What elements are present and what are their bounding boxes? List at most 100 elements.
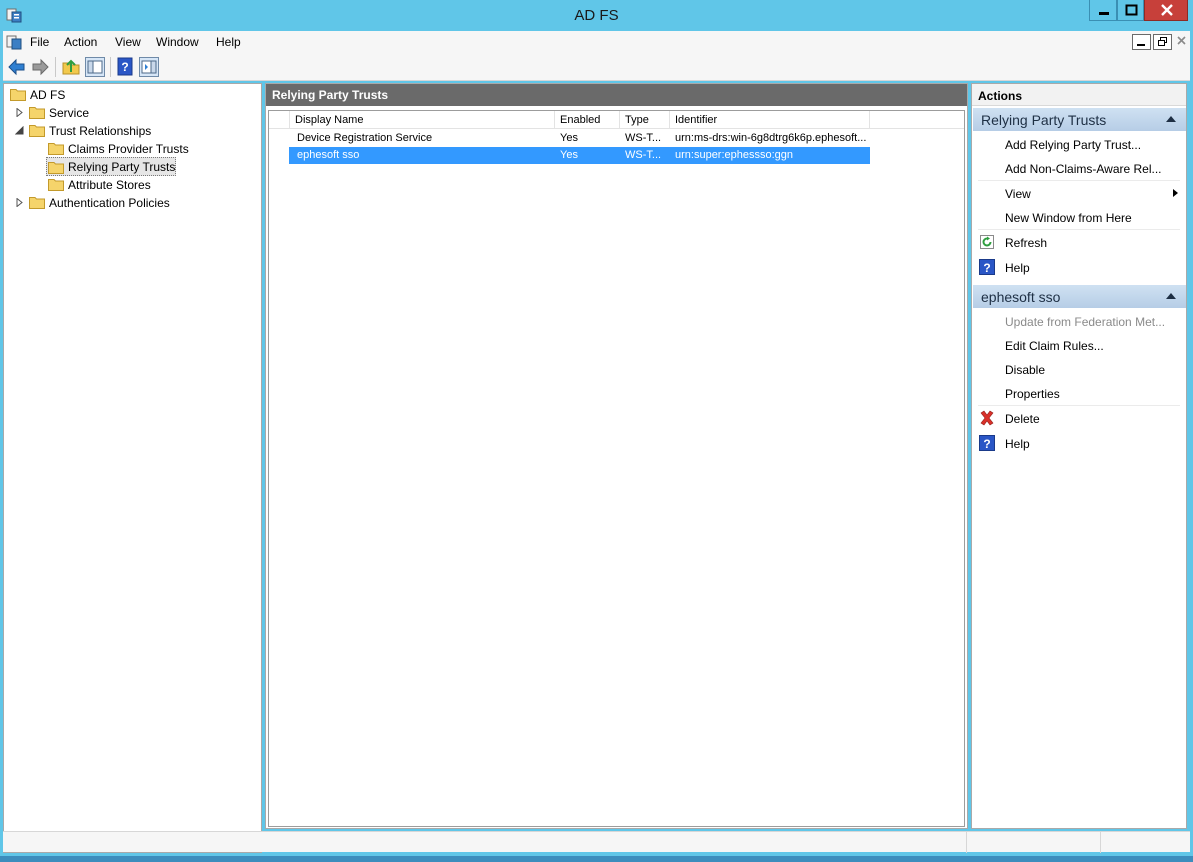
column-header-icon[interactable]: [269, 111, 290, 129]
action-delete[interactable]: Delete: [973, 407, 1186, 429]
folder-icon: [10, 89, 26, 101]
submenu-arrow-icon: [1173, 189, 1178, 197]
collapse-arrow-icon[interactable]: [15, 126, 24, 135]
cell-identifier: urn:ms-drs:win-6g8dtrg6k6p.ephesoft....: [675, 132, 867, 144]
divider: [978, 180, 1180, 181]
close-icon: [1161, 4, 1173, 16]
restore-icon: [1158, 37, 1167, 46]
action-add-non-claims-aware[interactable]: Add Non-Claims-Aware Rel...: [973, 157, 1186, 179]
tree-item-attribute-stores[interactable]: Attribute Stores: [47, 176, 217, 194]
status-segment: [1100, 832, 1190, 853]
cell-display-name: ephesoft sso: [297, 149, 360, 161]
close-button[interactable]: [1144, 0, 1188, 21]
action-properties[interactable]: Properties: [973, 382, 1186, 404]
action-label: Disable: [1005, 363, 1046, 377]
menu-file[interactable]: File: [30, 35, 49, 49]
child-close-button[interactable]: [1175, 33, 1189, 49]
menu-action[interactable]: Action: [64, 35, 97, 49]
tree-item-relying-party-trusts[interactable]: Relying Party Trusts: [46, 157, 176, 176]
tree-item-claims-provider-trusts[interactable]: Claims Provider Trusts: [47, 140, 217, 158]
maximize-button[interactable]: [1117, 0, 1144, 21]
table-row[interactable]: ephesoft sso Yes WS-T... urn:super:ephes…: [289, 147, 870, 164]
status-segment: [966, 832, 1100, 853]
tree-label: Relying Party Trusts: [68, 160, 176, 174]
action-label: Update from Federation Met...: [1005, 315, 1166, 329]
collapse-up-icon[interactable]: [1166, 116, 1176, 122]
cell-display-name: Device Registration Service: [297, 132, 433, 144]
mmc-document-icon[interactable]: [6, 34, 22, 50]
section-title: ephesoft sso: [981, 289, 1061, 305]
menu-view[interactable]: View: [115, 35, 141, 49]
tree-label: AD FS: [30, 88, 66, 102]
folder-icon: [29, 107, 45, 119]
child-minimize-button[interactable]: [1132, 34, 1151, 50]
menu-window[interactable]: Window: [156, 35, 199, 49]
tree-label: Claims Provider Trusts: [68, 142, 189, 156]
section-relying-party-trusts[interactable]: Relying Party Trusts: [973, 108, 1186, 131]
results-pane-title: Relying Party Trusts: [272, 88, 389, 102]
refresh-icon: [980, 235, 994, 249]
folder-icon: [29, 125, 45, 137]
divider: [978, 229, 1180, 230]
column-header-type[interactable]: Type: [620, 111, 670, 129]
back-button[interactable]: [6, 56, 28, 78]
show-hide-action-pane-button[interactable]: [138, 56, 160, 78]
action-update-from-federation-metadata: Update from Federation Met...: [973, 310, 1186, 332]
relying-party-list[interactable]: Display Name Enabled Type Identifier Dev…: [268, 110, 965, 827]
tree-item-authentication-policies[interactable]: Authentication Policies: [9, 194, 219, 212]
toolbar-separator: [110, 57, 111, 77]
action-new-window-from-here[interactable]: New Window from Here: [973, 206, 1186, 228]
column-header-identifier[interactable]: Identifier: [670, 111, 870, 129]
help-icon: ?: [117, 57, 133, 76]
help-icon: ?: [979, 435, 995, 451]
close-icon: [1177, 36, 1186, 45]
action-refresh[interactable]: Refresh: [973, 231, 1186, 253]
tree-label: Trust Relationships: [49, 124, 152, 138]
expand-arrow-icon[interactable]: [15, 198, 24, 207]
action-disable[interactable]: Disable: [973, 358, 1186, 380]
collapse-up-icon[interactable]: [1166, 293, 1176, 299]
actions-pane-header: Actions: [972, 84, 1186, 106]
menu-help[interactable]: Help: [216, 35, 241, 49]
forward-arrow-icon: [32, 58, 49, 76]
child-restore-button[interactable]: [1153, 34, 1172, 50]
divider: [978, 405, 1180, 406]
action-help-ephesoft-sso[interactable]: ? Help: [973, 432, 1186, 454]
expand-arrow-icon[interactable]: [15, 108, 24, 117]
list-column-headers: Display Name Enabled Type Identifier: [269, 111, 964, 129]
cell-type: WS-T...: [625, 149, 662, 161]
window-title: AD FS: [574, 7, 619, 24]
section-ephesoft-sso[interactable]: ephesoft sso: [973, 285, 1186, 308]
help-toolbar-button[interactable]: ?: [114, 56, 136, 78]
tree-item-adfs[interactable]: AD FS: [9, 86, 209, 104]
forward-button[interactable]: [29, 56, 51, 78]
column-header-enabled[interactable]: Enabled: [555, 111, 620, 129]
action-edit-claim-rules[interactable]: Edit Claim Rules...: [973, 334, 1186, 356]
action-add-relying-party-trust[interactable]: Add Relying Party Trust...: [973, 133, 1186, 155]
minimize-icon: [1137, 44, 1145, 46]
title-bar[interactable]: AD FS: [0, 0, 1193, 31]
cell-enabled: Yes: [560, 132, 578, 144]
action-help-relying-party-trusts[interactable]: ? Help: [973, 256, 1186, 278]
show-hide-console-tree-button[interactable]: [84, 56, 106, 78]
tree-item-service[interactable]: Service: [9, 104, 209, 122]
back-arrow-icon: [8, 58, 25, 76]
tree-label: Authentication Policies: [49, 196, 170, 210]
minimize-button[interactable]: [1089, 0, 1117, 21]
action-label: Properties: [1005, 387, 1060, 401]
maximize-icon: [1125, 4, 1138, 16]
tree-label: Service: [49, 106, 90, 120]
cell-identifier: urn:super:ephessso:ggn: [675, 149, 794, 161]
action-label: Add Non-Claims-Aware Rel...: [1005, 162, 1162, 176]
action-label: Refresh: [1005, 236, 1048, 250]
action-view[interactable]: View: [973, 182, 1186, 204]
table-row[interactable]: Device Registration Service Yes WS-T... …: [289, 130, 870, 147]
column-header-display-name[interactable]: Display Name: [290, 111, 555, 129]
action-label: View: [1005, 187, 1031, 201]
tree-item-trust-relationships[interactable]: Trust Relationships: [9, 122, 209, 140]
up-one-level-button[interactable]: [60, 56, 82, 78]
results-pane-header: Relying Party Trusts: [266, 84, 967, 106]
console-tree[interactable]: AD FS Service Trust Relationships Claims…: [3, 83, 262, 853]
console-tree-icon: [85, 57, 105, 77]
folder-icon: [48, 162, 64, 174]
